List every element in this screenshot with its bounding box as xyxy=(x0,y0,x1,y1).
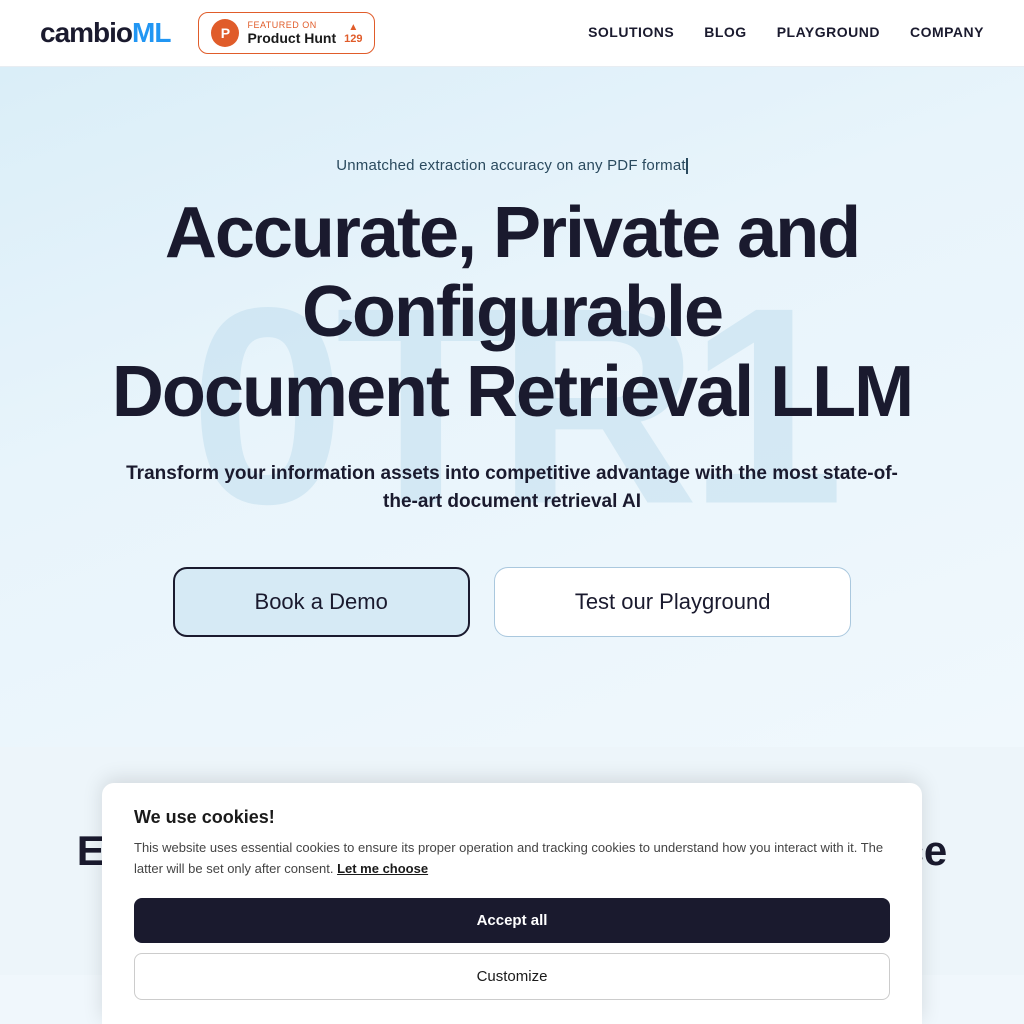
product-hunt-text: FEATURED ON Product Hunt xyxy=(247,20,336,46)
cookie-title: We use cookies! xyxy=(134,807,890,828)
product-hunt-count: ▲ 129 xyxy=(344,22,362,45)
nav-link-solutions[interactable]: SOLUTIONS xyxy=(588,24,674,40)
hero-tagline: Unmatched extraction accuracy on any PDF… xyxy=(40,157,984,174)
cookie-let-me-choose-link[interactable]: Let me choose xyxy=(337,861,428,876)
nav-links: SOLUTIONS BLOG PLAYGROUND COMPANY xyxy=(588,24,984,42)
product-hunt-icon: P xyxy=(211,19,239,47)
nav-item-blog[interactable]: BLOG xyxy=(704,24,746,42)
product-hunt-arrow: ▲ xyxy=(348,22,358,33)
hero-title-line1: Accurate, Private and Configurable xyxy=(165,193,859,352)
cursor-blink xyxy=(686,158,688,174)
accept-all-button[interactable]: Accept all xyxy=(134,898,890,943)
nav-item-solutions[interactable]: SOLUTIONS xyxy=(588,24,674,42)
navbar: cambioML P FEATURED ON Product Hunt ▲ 12… xyxy=(0,0,1024,67)
nav-link-blog[interactable]: BLOG xyxy=(704,24,746,40)
hero-subtitle: Transform your information assets into c… xyxy=(112,460,912,517)
cookie-body: This website uses essential cookies to e… xyxy=(134,838,890,880)
cookie-buttons: Accept all Customize xyxy=(134,898,890,1000)
product-hunt-name: Product Hunt xyxy=(247,30,336,46)
product-hunt-number: 129 xyxy=(344,33,362,45)
nav-item-playground[interactable]: PLAYGROUND xyxy=(777,24,880,42)
hero-section: 0TR1 Unmatched extraction accuracy on an… xyxy=(0,67,1024,747)
hero-content: Unmatched extraction accuracy on any PDF… xyxy=(40,157,984,637)
product-hunt-featured-label: FEATURED ON xyxy=(247,20,336,30)
nav-item-company[interactable]: COMPANY xyxy=(910,24,984,42)
logo-text-start: cambio xyxy=(40,17,132,48)
cookie-banner: We use cookies! This website uses essent… xyxy=(102,783,922,1024)
hero-title-line2: Document Retrieval LLM xyxy=(112,352,912,432)
hero-buttons: Book a Demo Test our Playground xyxy=(40,567,984,637)
product-hunt-badge[interactable]: P FEATURED ON Product Hunt ▲ 129 xyxy=(198,12,375,54)
customize-button[interactable]: Customize xyxy=(134,953,890,1000)
nav-link-company[interactable]: COMPANY xyxy=(910,24,984,40)
nav-link-playground[interactable]: PLAYGROUND xyxy=(777,24,880,40)
book-demo-button[interactable]: Book a Demo xyxy=(173,567,470,637)
logo-text-end: ML xyxy=(132,17,170,48)
hero-title: Accurate, Private and Configurable Docum… xyxy=(40,194,984,432)
logo: cambioML xyxy=(40,17,170,49)
test-playground-button[interactable]: Test our Playground xyxy=(494,567,852,637)
